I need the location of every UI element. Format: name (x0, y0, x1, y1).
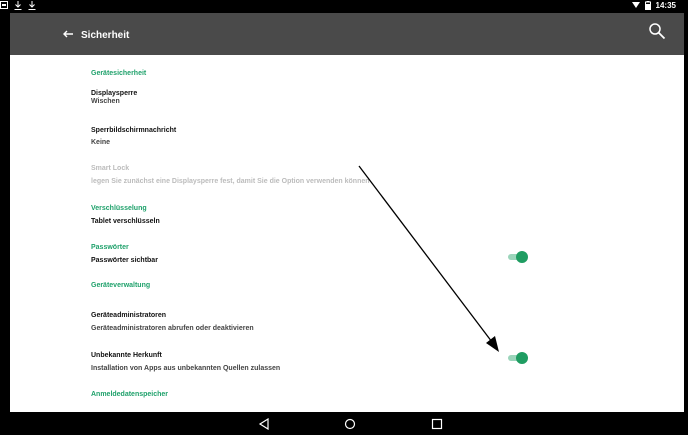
pref-summary: Installation von Apps aus unbekannten Qu… (91, 365, 281, 372)
notification-icon (0, 1, 8, 10)
section-header-passwoerter: Passwörter (91, 244, 129, 251)
toggle-switch-passwoerter[interactable] (508, 250, 528, 264)
toolbar: Sicherheit (10, 13, 684, 55)
pref-summary: Wischen (91, 98, 120, 105)
settings-list: Gerätesicherheit Displaysperre Wischen S… (10, 55, 684, 412)
section-header-anmeldedatenspeicher: Anmeldedatenspeicher (91, 391, 169, 398)
nav-home-icon[interactable] (344, 417, 358, 430)
page-title: Sicherheit (81, 30, 130, 41)
navigation-bar (0, 412, 688, 434)
section-header-geraeteverwaltung: Geräteverwaltung (91, 282, 151, 289)
pref-summary: Tablet verschlüsseln (91, 218, 160, 225)
pref-title: Unbekannte Herkunft (91, 352, 162, 359)
pref-title: Smart Lock (91, 165, 130, 172)
pref-summary: legen Sie zunächst eine Displaysperre fe… (91, 178, 370, 185)
pref-title: Displaysperre (91, 90, 138, 97)
pref-summary: Keine (91, 139, 111, 146)
nav-recents-icon[interactable] (431, 417, 445, 430)
nav-back-icon[interactable] (258, 417, 272, 431)
section-header-verschluesselung: Verschlüsselung (91, 205, 147, 212)
search-icon[interactable] (648, 22, 666, 40)
toggle-switch-unbekannte-herkunft[interactable] (508, 351, 528, 365)
arrow-back-icon[interactable] (62, 28, 76, 42)
pref-summary: Passwörter sichtbar (91, 257, 158, 264)
toggle-thumb (516, 352, 528, 364)
settings-window: Sicherheit Gerätesicherheit Displaysperr… (10, 0, 684, 434)
pref-summary: Geräteadministratoren abrufen oder deakt… (91, 325, 254, 332)
section-header-geraetesicherheit: Gerätesicherheit (91, 70, 147, 77)
pref-title: Sperrbildschirmnachricht (91, 127, 177, 134)
toggle-thumb (516, 251, 528, 263)
pref-title: Geräteadministratoren (91, 312, 167, 319)
